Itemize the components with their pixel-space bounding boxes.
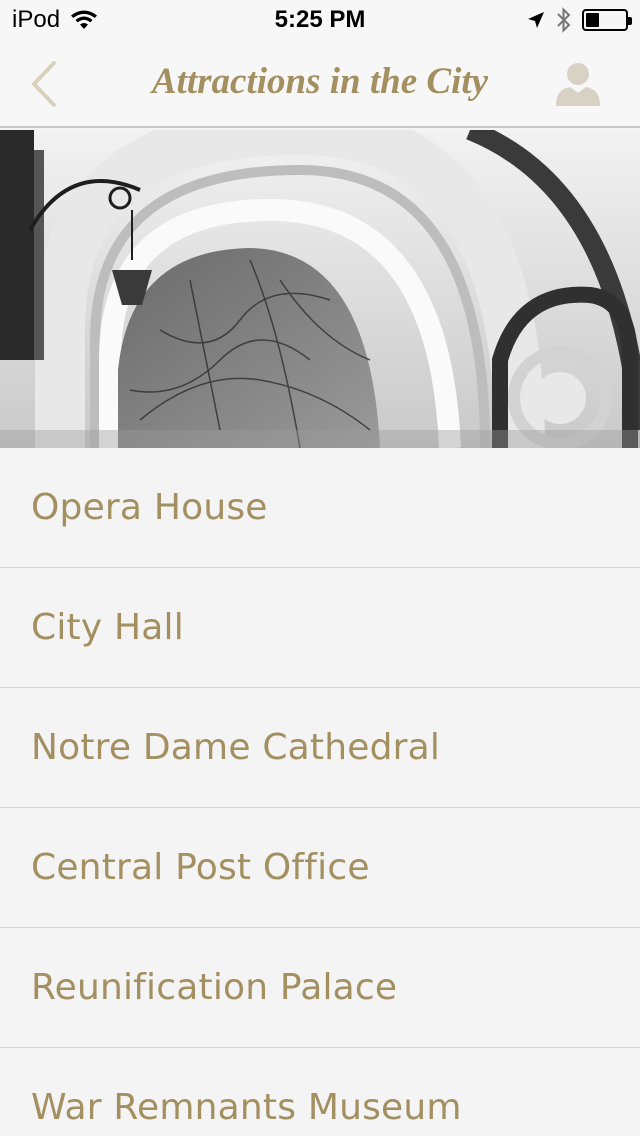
attractions-list: Opera House City Hall Notre Dame Cathedral… (0, 448, 640, 1136)
location-arrow-icon (528, 12, 544, 28)
battery-icon (582, 9, 632, 31)
attraction-label: War Remnants Museum (31, 1087, 462, 1128)
attraction-label: Reunification Palace (31, 967, 398, 1008)
app-screen: iPod 5:25 PM Attractions in the City Ope… (0, 0, 640, 1136)
attraction-label: Notre Dame Cathedral (31, 727, 441, 768)
user-icon (556, 63, 600, 106)
hero-image (0, 130, 640, 448)
hero-arch-illustration (0, 130, 640, 448)
status-right (526, 6, 632, 34)
page-title: Attractions in the City (151, 61, 489, 102)
list-item[interactable]: Reunification Palace (0, 928, 640, 1048)
attraction-label: Opera House (31, 487, 268, 528)
list-item[interactable]: Central Post Office (0, 808, 640, 928)
back-button[interactable] (18, 54, 70, 114)
list-item[interactable]: War Remnants Museum (0, 1048, 640, 1136)
attraction-label: Central Post Office (31, 847, 370, 888)
profile-button[interactable] (552, 60, 604, 110)
battery-level (586, 13, 600, 27)
battery-tip (628, 17, 632, 25)
navigation-bar: Attractions in the City (0, 40, 640, 128)
list-item[interactable]: City Hall (0, 568, 640, 688)
attraction-label: City Hall (31, 607, 184, 648)
chevron-left-icon (32, 61, 56, 107)
list-item[interactable]: Opera House (0, 448, 640, 568)
bluetooth-icon (557, 7, 571, 33)
status-bar: iPod 5:25 PM (0, 0, 640, 40)
list-item[interactable]: Notre Dame Cathedral (0, 688, 640, 808)
